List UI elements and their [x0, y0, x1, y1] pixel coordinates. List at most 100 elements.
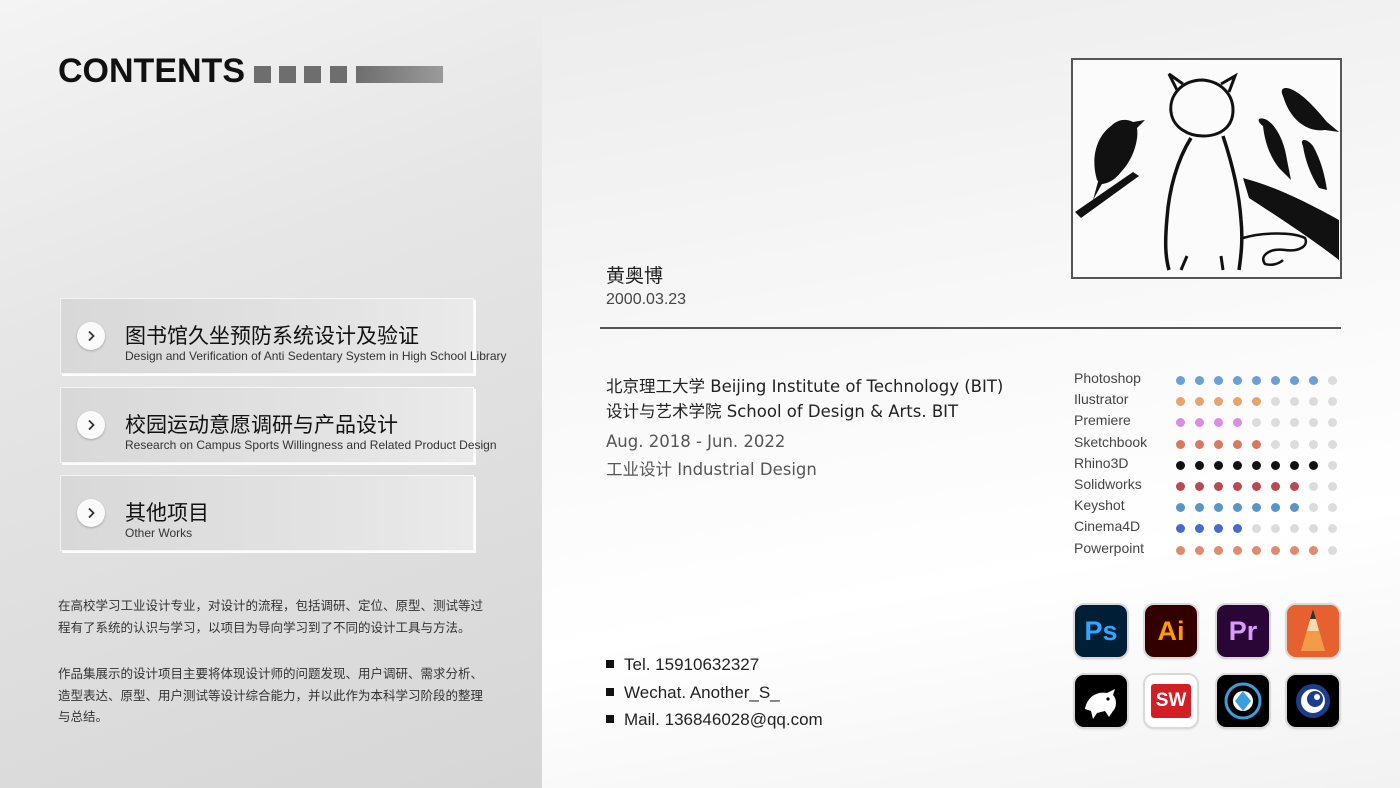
- skill-name: Photoshop: [1074, 370, 1141, 386]
- intro-paragraph-1: 在高校学习工业设计专业，对设计的流程，包括调研、定位、原型、测试等过程有了系统的…: [58, 598, 484, 635]
- bullet-icon: [606, 687, 614, 696]
- skill-dot-filled: [1252, 503, 1261, 513]
- solidworks-icon: SW: [1145, 675, 1197, 727]
- skill-dot-filled: [1195, 503, 1204, 513]
- bullet-icon: [606, 659, 614, 668]
- skill-row: Keyshot: [1074, 497, 1344, 518]
- skill-dot-filled: [1176, 376, 1185, 385]
- skill-dot-filled: [1195, 376, 1204, 385]
- skill-dot-empty: [1309, 503, 1318, 513]
- photoshop-icon: Ps: [1075, 605, 1127, 657]
- contents-item-2[interactable]: 校园运动意愿调研与产品设计 Research on Campus Sports …: [60, 387, 497, 463]
- skill-dot-empty: [1290, 439, 1299, 449]
- skill-dot-filled: [1252, 482, 1261, 491]
- skill-name: Premiere: [1074, 412, 1131, 429]
- skill-dot-filled: [1176, 503, 1185, 513]
- skill-dot-empty: [1271, 524, 1280, 534]
- education-period: Aug. 2018 - Jun. 2022: [606, 432, 786, 451]
- contents-title: CONTENTS: [58, 52, 245, 90]
- skill-name: Rhino3D: [1074, 454, 1129, 471]
- skill-dot-filled: [1214, 376, 1223, 385]
- skill-dot-filled: [1195, 482, 1204, 491]
- skill-name: Powerpoint: [1074, 539, 1145, 556]
- decor-bar: [356, 66, 443, 83]
- decor-square: [304, 66, 321, 83]
- skill-dot-filled: [1290, 545, 1299, 555]
- chevron-right-icon[interactable]: [77, 322, 105, 350]
- contents-panel: CONTENTS 图书馆久坐预防系统设计及验证 Design and Verif…: [0, 0, 542, 788]
- skill-dot-empty: [1309, 482, 1318, 491]
- skill-dot-empty: [1328, 397, 1337, 407]
- skill-dot-filled: [1176, 418, 1185, 428]
- divider: [600, 327, 1341, 329]
- chevron-right-icon[interactable]: [77, 411, 105, 439]
- skill-dot-filled: [1271, 503, 1280, 513]
- decor-square: [330, 66, 347, 83]
- skill-dot-filled: [1290, 482, 1299, 491]
- skill-dot-empty: [1290, 397, 1299, 407]
- premiere-icon: Pr: [1217, 605, 1269, 657]
- contents-item-title: 图书馆久坐预防系统设计及验证: [125, 324, 419, 348]
- skill-row: Powerpoint: [1074, 540, 1344, 561]
- skill-dot-empty: [1271, 397, 1280, 407]
- skill-dot-empty: [1309, 418, 1318, 428]
- skill-dot-filled: [1214, 524, 1223, 534]
- skill-dot-filled: [1195, 460, 1204, 470]
- illustrator-icon-label: Ai: [1157, 615, 1185, 646]
- contact-tel-text: Tel. 15910632327: [624, 655, 760, 674]
- skill-dot-filled: [1214, 460, 1223, 470]
- skill-dot-empty: [1252, 418, 1261, 428]
- skill-dot-filled: [1214, 482, 1223, 491]
- skill-dot-filled: [1309, 545, 1318, 555]
- skill-dot-filled: [1309, 376, 1318, 385]
- skill-dot-filled: [1233, 460, 1242, 470]
- skill-dot-empty: [1309, 439, 1318, 449]
- skill-dot-filled: [1195, 418, 1204, 428]
- skill-dot-filled: [1195, 524, 1204, 534]
- education-university: 北京理工大学 Beijing Institute of Technology (…: [606, 377, 1004, 396]
- rhino-icon: [1075, 675, 1127, 727]
- contact-wechat-text: Wechat. Another_S_: [624, 683, 780, 702]
- skill-dot-filled: [1214, 545, 1223, 555]
- skill-dot-filled: [1252, 439, 1261, 449]
- skill-dot-empty: [1328, 545, 1337, 555]
- skill-dot-filled: [1233, 376, 1242, 385]
- skill-row: Cinema4D: [1074, 518, 1344, 539]
- skill-dot-filled: [1290, 460, 1299, 470]
- skill-dot-filled: [1176, 482, 1185, 491]
- contents-item-1[interactable]: 图书馆久坐预防系统设计及验证 Design and Verification o…: [60, 298, 507, 374]
- skill-dot-filled: [1271, 376, 1280, 385]
- skill-dot-empty: [1328, 460, 1337, 470]
- skill-dot-filled: [1214, 439, 1223, 449]
- skill-dot-filled: [1176, 460, 1185, 470]
- bullet-icon: [606, 714, 614, 723]
- avatar: [1071, 58, 1342, 279]
- skill-dot-filled: [1176, 524, 1185, 534]
- photoshop-icon-label: Ps: [1084, 615, 1118, 646]
- skill-dot-filled: [1214, 418, 1223, 428]
- skill-name: Solidworks: [1074, 476, 1142, 492]
- solidworks-icon-label: SW: [1155, 690, 1187, 711]
- skill-dot-filled: [1252, 460, 1261, 470]
- chevron-right-icon[interactable]: [77, 499, 105, 527]
- keyshot-icon: [1217, 675, 1269, 727]
- skill-dot-filled: [1233, 545, 1242, 555]
- education-school: 设计与艺术学院 School of Design & Arts. BIT: [606, 402, 959, 421]
- contents-item-3[interactable]: 其他项目 Other Works: [60, 475, 474, 551]
- contents-item-title: 校园运动意愿调研与产品设计: [125, 413, 398, 437]
- cinema4d-icon: [1287, 675, 1339, 727]
- skill-dot-filled: [1290, 503, 1299, 513]
- skill-row: Rhino3D: [1074, 455, 1344, 476]
- skill-row: Premiere: [1074, 412, 1344, 433]
- skill-dot-empty: [1252, 524, 1261, 534]
- contact-mail: Mail. 136846028@qq.com: [606, 710, 823, 730]
- skill-dot-filled: [1195, 545, 1204, 555]
- skill-dot-filled: [1233, 439, 1242, 449]
- skill-row: Ilustrator: [1074, 391, 1344, 412]
- contents-item-subtitle: Other Works: [125, 526, 193, 540]
- profile-name: 黄奥博: [606, 265, 664, 287]
- skill-dot-filled: [1233, 524, 1242, 534]
- skill-dot-empty: [1271, 418, 1280, 428]
- skill-name: Keyshot: [1074, 497, 1125, 514]
- skill-dot-empty: [1328, 376, 1337, 385]
